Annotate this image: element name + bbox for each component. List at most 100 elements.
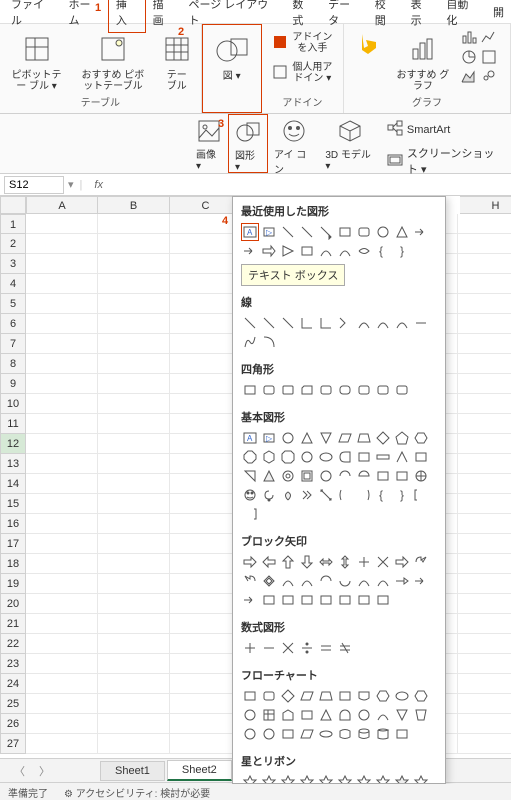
shape-option[interactable] — [279, 706, 297, 724]
shape-option[interactable] — [241, 639, 259, 657]
shape-option[interactable] — [298, 725, 316, 743]
shape-option[interactable] — [279, 242, 297, 260]
cell[interactable] — [98, 454, 170, 474]
shape-option[interactable] — [412, 687, 430, 705]
cell[interactable] — [458, 394, 511, 414]
shape-option[interactable] — [336, 448, 354, 466]
cell[interactable] — [458, 534, 511, 554]
row-header[interactable]: 20 — [0, 594, 26, 614]
shape-option[interactable] — [260, 314, 278, 332]
cell[interactable] — [26, 314, 98, 334]
shape-option[interactable] — [298, 687, 316, 705]
shape-option[interactable] — [279, 687, 297, 705]
shape-option[interactable] — [260, 333, 278, 351]
cell[interactable] — [98, 414, 170, 434]
shape-option[interactable] — [336, 467, 354, 485]
cell[interactable] — [26, 274, 98, 294]
shape-option[interactable] — [355, 725, 373, 743]
shape-option[interactable] — [260, 242, 278, 260]
shape-option[interactable] — [336, 429, 354, 447]
shape-option[interactable] — [298, 553, 316, 571]
cell[interactable] — [26, 474, 98, 494]
shape-option[interactable] — [336, 706, 354, 724]
shape-option[interactable] — [412, 223, 430, 241]
fx-label[interactable]: fx — [88, 179, 109, 191]
row-header[interactable]: 23 — [0, 654, 26, 674]
cell[interactable] — [26, 734, 98, 754]
shape-option[interactable] — [298, 486, 316, 504]
cell[interactable] — [98, 394, 170, 414]
cell[interactable] — [98, 274, 170, 294]
shape-option[interactable] — [374, 314, 392, 332]
cell[interactable] — [458, 474, 511, 494]
cell[interactable] — [98, 334, 170, 354]
cell[interactable] — [98, 714, 170, 734]
shape-option[interactable] — [374, 591, 392, 609]
col-header-h[interactable]: H — [460, 196, 511, 214]
shape-option[interactable] — [317, 314, 335, 332]
shape-option[interactable] — [279, 639, 297, 657]
cell[interactable] — [98, 374, 170, 394]
shape-option[interactable] — [241, 333, 259, 351]
shape-option[interactable] — [412, 448, 430, 466]
cell[interactable] — [458, 294, 511, 314]
shape-option[interactable] — [260, 467, 278, 485]
my-addins-button[interactable]: 個人用アドイン ▾ — [268, 58, 337, 86]
shape-option[interactable] — [279, 773, 297, 784]
cell[interactable] — [26, 434, 98, 454]
row-header[interactable]: 11 — [0, 414, 26, 434]
shape-option[interactable]: { — [374, 242, 392, 260]
cell[interactable] — [26, 414, 98, 434]
cell[interactable] — [458, 674, 511, 694]
shape-option[interactable] — [336, 242, 354, 260]
shapes-button[interactable]: 図形 ▾ — [228, 114, 268, 173]
shape-option[interactable] — [412, 429, 430, 447]
cell[interactable] — [458, 414, 511, 434]
shape-option[interactable] — [241, 687, 259, 705]
shape-option[interactable]: ▷ — [260, 429, 278, 447]
cell[interactable] — [98, 314, 170, 334]
menu-dev[interactable]: 開 — [486, 0, 511, 24]
shape-option[interactable] — [260, 725, 278, 743]
cell[interactable] — [26, 334, 98, 354]
cell[interactable] — [98, 694, 170, 714]
shape-option[interactable] — [260, 773, 278, 784]
cell[interactable] — [458, 274, 511, 294]
bing-button[interactable] — [350, 28, 386, 60]
cell[interactable] — [98, 594, 170, 614]
cell[interactable] — [458, 554, 511, 574]
pivot-table-button[interactable]: ピボットテー ブル ▾ — [6, 28, 67, 94]
shape-option[interactable] — [393, 381, 411, 399]
shape-option[interactable] — [317, 381, 335, 399]
shape-option[interactable] — [317, 448, 335, 466]
cell[interactable] — [26, 214, 98, 234]
chart-type-3[interactable] — [460, 48, 478, 66]
row-header[interactable]: 4 — [0, 274, 26, 294]
cell[interactable] — [98, 254, 170, 274]
shape-option[interactable] — [241, 553, 259, 571]
shape-option[interactable]: ▷ — [260, 223, 278, 241]
row-header[interactable]: 13 — [0, 454, 26, 474]
chart-type-6[interactable] — [480, 68, 498, 86]
shape-option[interactable] — [374, 448, 392, 466]
row-header[interactable]: 1 — [0, 214, 26, 234]
cell[interactable] — [26, 374, 98, 394]
shape-option[interactable] — [374, 467, 392, 485]
cell[interactable] — [458, 594, 511, 614]
cell[interactable] — [458, 254, 511, 274]
shape-option[interactable] — [298, 314, 316, 332]
cell[interactable] — [98, 434, 170, 454]
shape-option[interactable] — [279, 429, 297, 447]
shape-option[interactable] — [298, 381, 316, 399]
row-header[interactable]: 6 — [0, 314, 26, 334]
shape-option[interactable] — [241, 486, 259, 504]
row-header[interactable]: 14 — [0, 474, 26, 494]
cell[interactable] — [98, 554, 170, 574]
shape-option[interactable] — [336, 725, 354, 743]
shape-option[interactable] — [393, 314, 411, 332]
cell[interactable] — [26, 514, 98, 534]
sheet-tab-1[interactable]: Sheet1 — [100, 761, 165, 781]
shape-option[interactable] — [374, 773, 392, 784]
shape-option[interactable] — [241, 314, 259, 332]
shape-option[interactable] — [317, 706, 335, 724]
